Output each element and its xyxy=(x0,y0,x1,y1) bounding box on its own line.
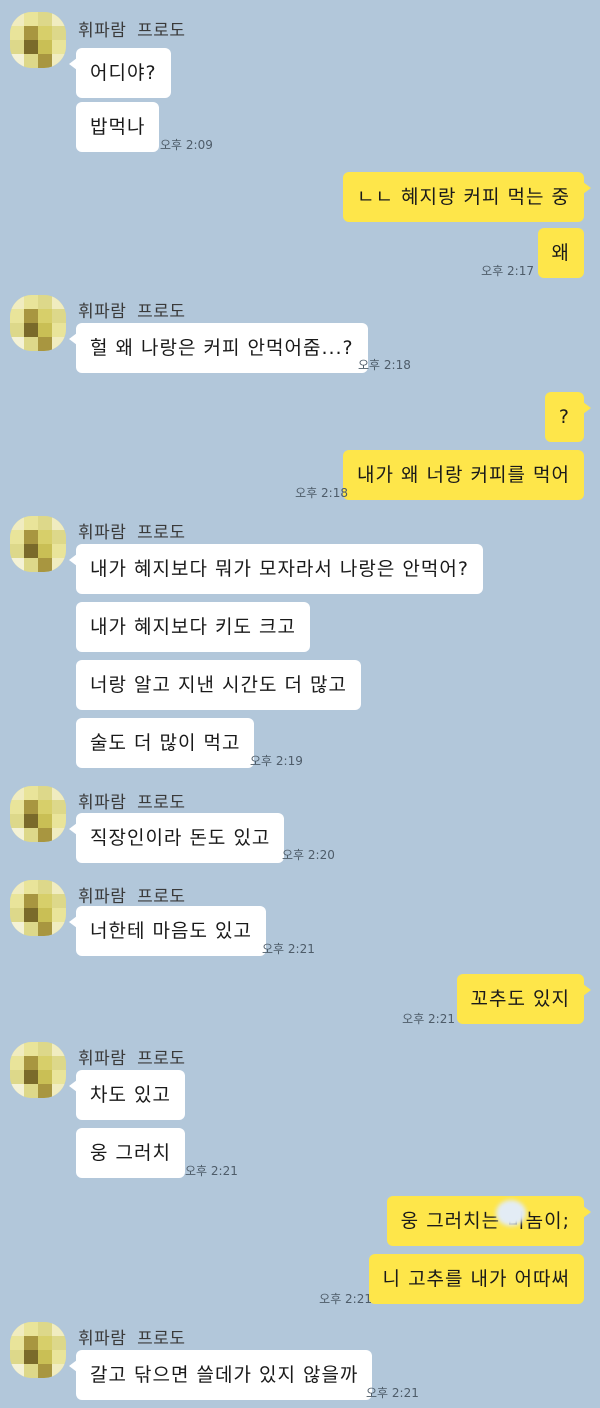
sender-name: 휘파람 프로도 xyxy=(78,793,186,813)
message-timestamp: 오후 2:17 xyxy=(481,264,534,278)
profile-avatar-icon[interactable] xyxy=(10,12,66,68)
message-bubble-outgoing[interactable]: 웅 그러치는 미놈이; xyxy=(386,1196,592,1246)
profile-avatar-icon[interactable] xyxy=(10,786,66,842)
message-bubble-outgoing[interactable]: 니 고추를 내가 어따써 xyxy=(368,1254,584,1304)
sender-name: 휘파람 프로도 xyxy=(78,523,186,543)
message-bubble-outgoing[interactable]: 내가 왜 너랑 커피를 먹어 xyxy=(343,450,584,500)
message-bubble-incoming[interactable]: 너랑 알고 지낸 시간도 더 많고 xyxy=(76,660,361,710)
sender-name: 휘파람 프로도 xyxy=(78,1329,186,1349)
message-bubble-incoming[interactable]: 어디야? xyxy=(69,48,171,98)
message-bubble-incoming[interactable]: 술도 더 많이 먹고 xyxy=(76,718,255,768)
message-bubble-incoming[interactable]: 갈고 닦으면 쓸데가 있지 않을까 xyxy=(68,1350,373,1400)
message-timestamp: 오후 2:18 xyxy=(295,486,348,500)
message-timestamp: 오후 2:21 xyxy=(262,942,315,956)
message-bubble-outgoing[interactable]: ? xyxy=(544,392,592,442)
censor-blur xyxy=(496,1200,526,1226)
message-bubble-incoming[interactable]: 직장인이라 돈도 있고 xyxy=(68,813,285,863)
sender-name: 휘파람 프로도 xyxy=(78,21,186,41)
message-bubble-incoming[interactable]: 내가 혜지보다 뭐가 모자라서 나랑은 안먹어? xyxy=(69,544,483,594)
message-bubble-outgoing[interactable]: 왜 xyxy=(537,228,584,278)
profile-avatar-icon[interactable] xyxy=(10,516,66,572)
message-bubble-outgoing[interactable]: ㄴㄴ 혜지랑 커피 먹는 중 xyxy=(343,172,591,222)
message-bubble-incoming[interactable]: 헐 왜 나랑은 커피 안먹어줌...? xyxy=(69,323,368,373)
message-timestamp: 오후 2:21 xyxy=(402,1012,455,1026)
message-bubble-incoming[interactable]: 너한테 마음도 있고 xyxy=(69,906,266,956)
message-bubble-incoming[interactable]: 웅 그러치 xyxy=(76,1128,185,1178)
message-bubble-incoming[interactable]: 차도 있고 xyxy=(69,1070,185,1120)
chat-room: 휘파람 프로도 어디야? 밥먹나 오후 2:09 ㄴㄴ 혜지랑 커피 먹는 중 … xyxy=(0,0,600,1408)
message-timestamp: 오후 2:21 xyxy=(319,1292,372,1306)
message-timestamp: 오후 2:20 xyxy=(282,848,335,862)
profile-avatar-icon[interactable] xyxy=(10,1322,66,1378)
sender-name: 휘파람 프로도 xyxy=(78,887,186,907)
profile-avatar-icon[interactable] xyxy=(10,295,66,351)
message-timestamp: 오후 2:21 xyxy=(185,1164,238,1178)
profile-avatar-icon[interactable] xyxy=(10,880,66,936)
message-bubble-incoming[interactable]: 밥먹나 xyxy=(76,102,160,152)
message-timestamp: 오후 2:19 xyxy=(250,754,303,768)
message-bubble-outgoing[interactable]: 꼬추도 있지 xyxy=(456,974,592,1024)
sender-name: 휘파람 프로도 xyxy=(78,302,186,322)
message-timestamp: 오후 2:18 xyxy=(358,358,411,372)
message-timestamp: 오후 2:21 xyxy=(366,1386,419,1400)
sender-name: 휘파람 프로도 xyxy=(78,1049,186,1069)
profile-avatar-icon[interactable] xyxy=(10,1042,66,1098)
message-timestamp: 오후 2:09 xyxy=(160,138,213,152)
message-bubble-incoming[interactable]: 내가 혜지보다 키도 크고 xyxy=(76,602,310,652)
